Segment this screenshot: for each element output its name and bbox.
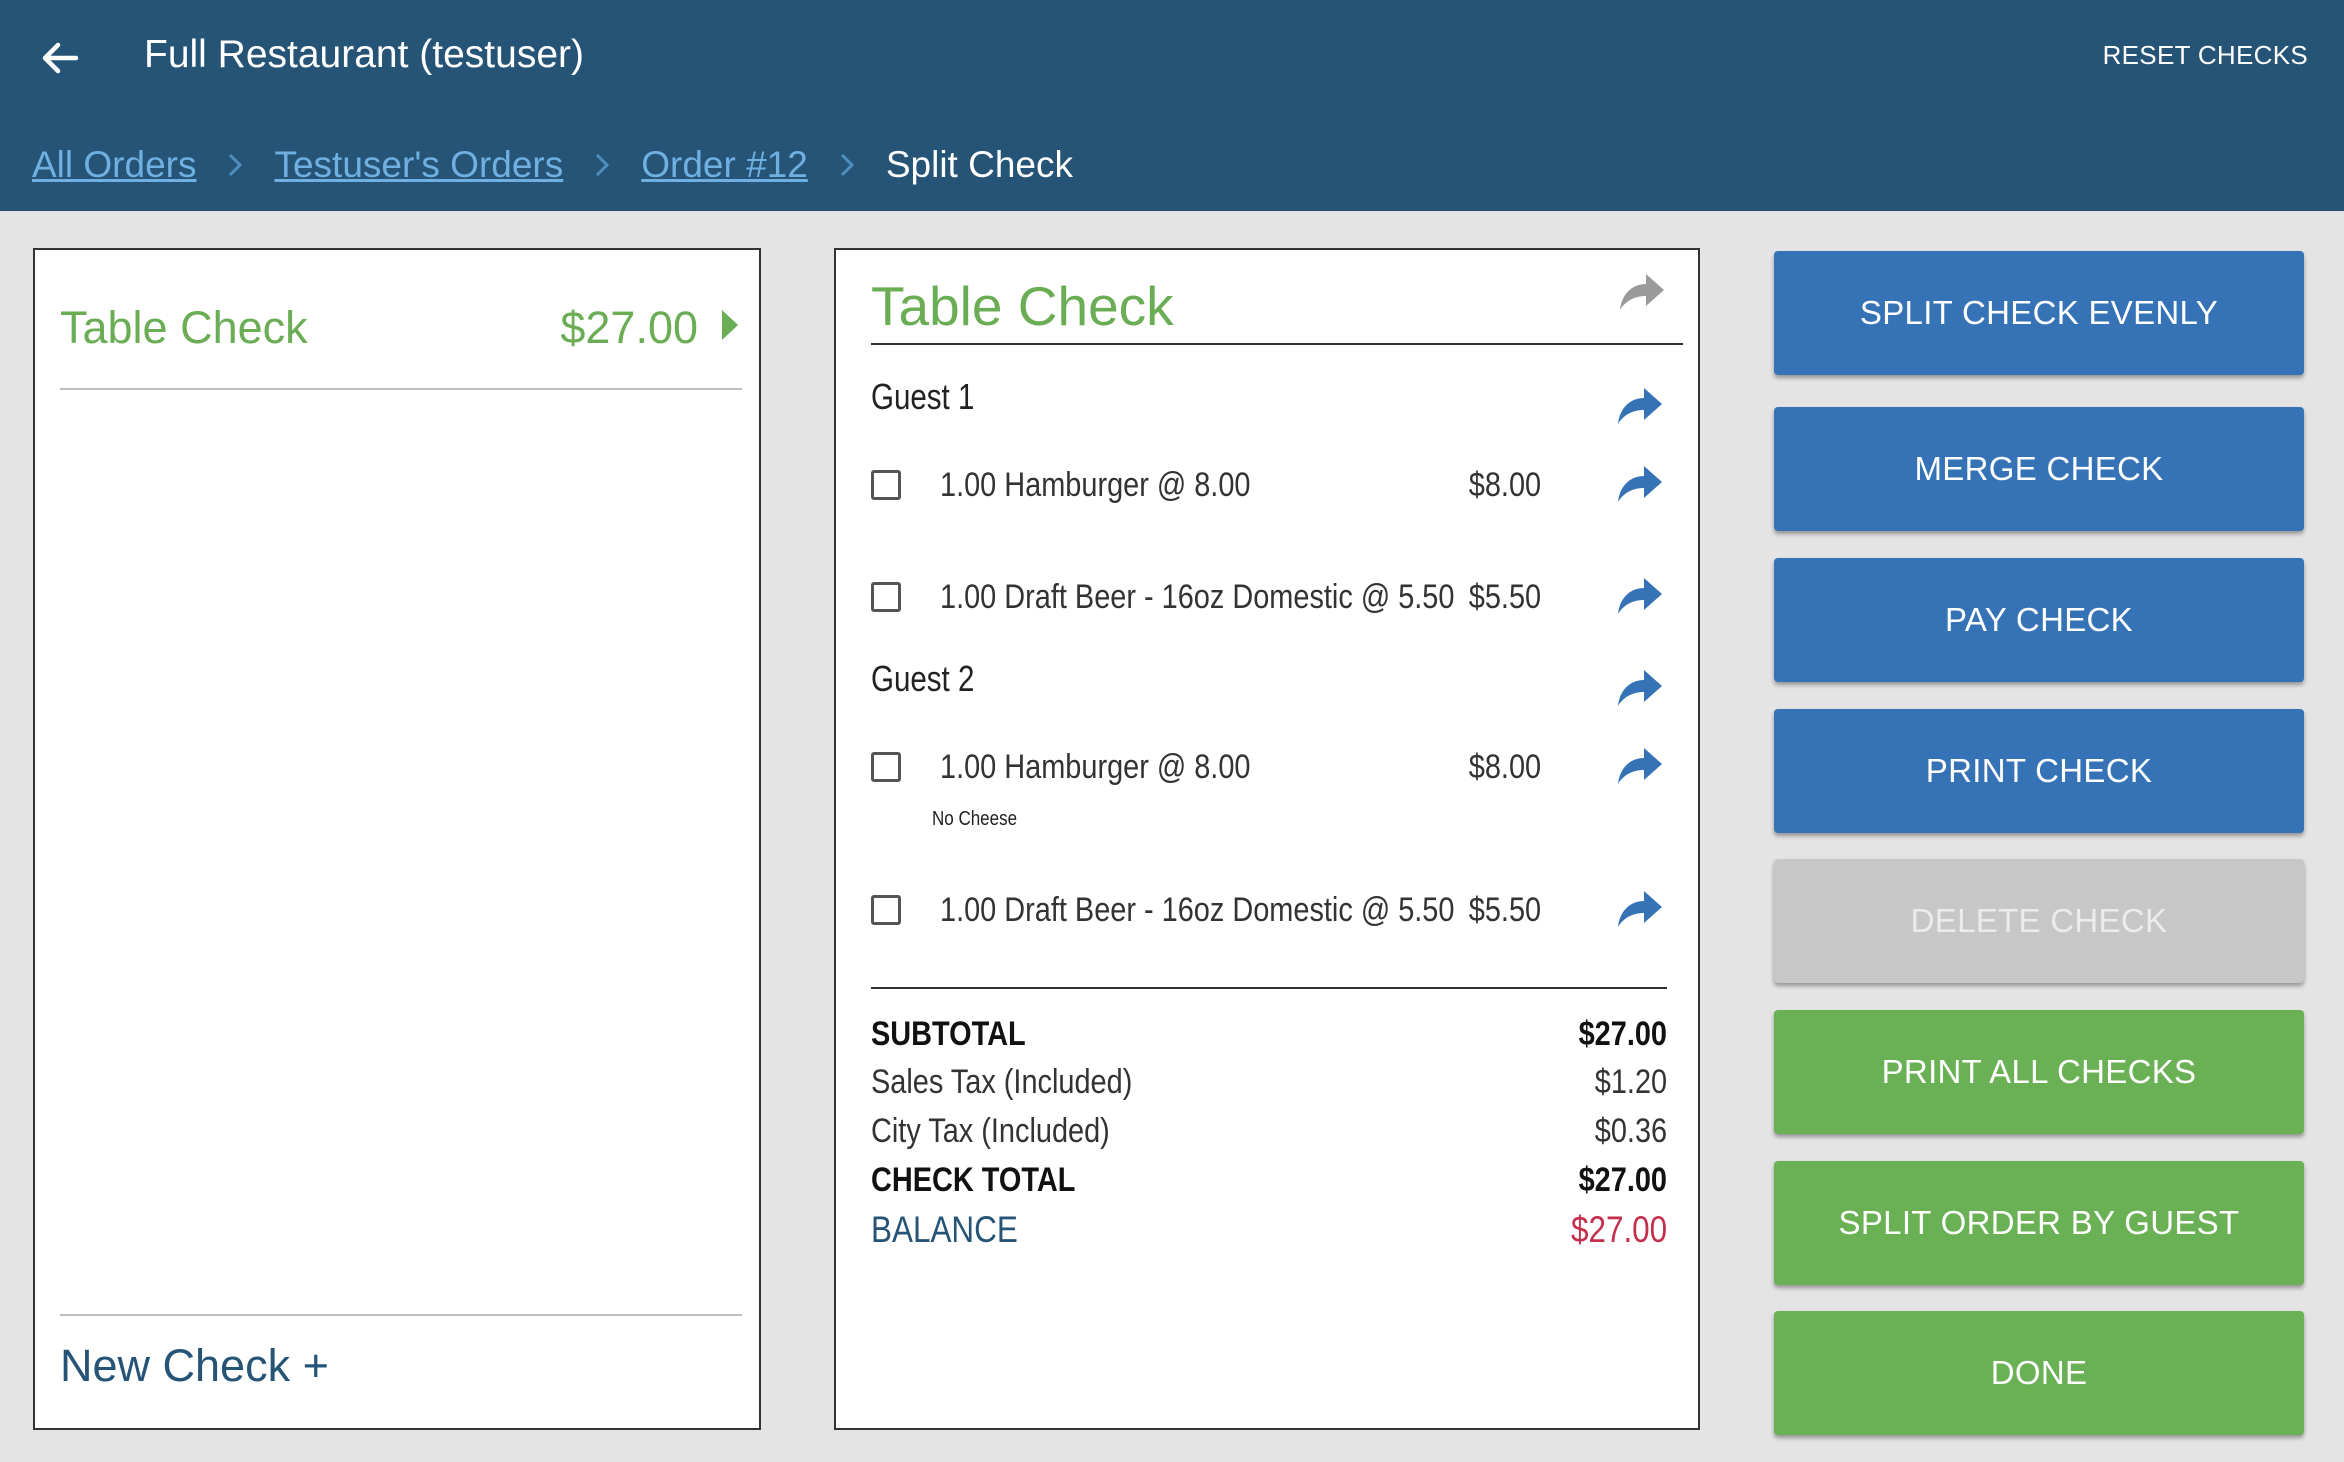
item-price: $8.00 (1468, 748, 1541, 786)
share-arrow-icon[interactable] (1614, 887, 1666, 931)
divider (871, 343, 1683, 345)
check-list-item-name: Table Check (60, 302, 308, 353)
share-arrow-icon[interactable] (1614, 574, 1666, 618)
breadcrumb-current: Split Check (885, 144, 1073, 185)
sales-tax-value: $1.20 (1594, 1063, 1667, 1101)
back-button[interactable] (40, 30, 90, 86)
sales-tax-label: Sales Tax (Included) (871, 1063, 1133, 1101)
item-description: 1.00 Hamburger @ 8.00 (940, 466, 1251, 504)
item-description: 1.00 Hamburger @ 8.00 (940, 748, 1251, 786)
item-checkbox[interactable] (871, 895, 901, 925)
check-detail-panel: Table Check Guest 1 1.00 Hamburger @ 8.0… (834, 248, 1700, 1430)
share-arrow-icon[interactable] (1616, 270, 1668, 314)
item-description: 1.00 Draft Beer - 16oz Domestic @ 5.50 (940, 578, 1455, 616)
line-item: 1.00 Hamburger @ 8.00 $8.00 (871, 462, 1671, 512)
app-title: Full Restaurant (testuser) (144, 33, 584, 76)
caret-right-icon (722, 310, 738, 340)
chevron-right-icon (840, 153, 854, 177)
split-order-by-guest-button[interactable]: SPLIT ORDER BY GUEST (1774, 1161, 2304, 1285)
pay-check-button[interactable]: PAY CHECK (1774, 558, 2304, 682)
subtotal-label: SUBTOTAL (871, 1015, 1026, 1053)
split-check-evenly-button[interactable]: SPLIT CHECK EVENLY (1774, 251, 2304, 375)
check-list-item-amount: $27.00 (560, 302, 698, 353)
item-checkbox[interactable] (871, 470, 901, 500)
check-title: Table Check (871, 275, 1174, 337)
share-arrow-icon[interactable] (1614, 666, 1666, 710)
check-total-row: CHECK TOTAL $27.00 (871, 1161, 1667, 1203)
item-modifier: No Cheese (932, 808, 1018, 830)
breadcrumb-testusers-orders[interactable]: Testuser's Orders (274, 144, 563, 186)
delete-check-button: DELETE CHECK (1774, 859, 2304, 983)
chevron-right-icon (595, 153, 610, 177)
new-check-button[interactable]: New Check + (60, 1340, 329, 1392)
check-list-item[interactable]: Table Check $27.00 (60, 302, 740, 353)
subtotal-value: $27.00 (1578, 1015, 1667, 1053)
city-tax-value: $0.36 (1594, 1112, 1667, 1150)
item-price: $8.00 (1468, 466, 1541, 504)
breadcrumb-order-12[interactable]: Order #12 (641, 144, 808, 186)
reset-checks-button[interactable]: RESET CHECKS (2103, 40, 2308, 71)
check-total-value: $27.00 (1578, 1161, 1667, 1199)
checks-list-panel: Table Check $27.00 New Check + (33, 248, 761, 1430)
divider (60, 388, 742, 390)
subtotal-row: SUBTOTAL $27.00 (871, 1015, 1667, 1057)
balance-label: BALANCE (871, 1209, 1018, 1250)
divider (60, 1314, 742, 1316)
app-header: Full Restaurant (testuser) RESET CHECKS … (0, 0, 2344, 211)
line-item: 1.00 Hamburger @ 8.00 $8.00 (871, 744, 1671, 794)
city-tax-row: City Tax (Included) $0.36 (871, 1112, 1667, 1154)
done-button[interactable]: DONE (1774, 1311, 2304, 1435)
line-item: 1.00 Draft Beer - 16oz Domestic @ 5.50 $… (871, 574, 1671, 624)
chevron-right-icon (228, 153, 243, 177)
item-price: $5.50 (1468, 578, 1541, 616)
item-checkbox[interactable] (871, 752, 901, 782)
city-tax-label: City Tax (Included) (871, 1112, 1110, 1150)
guest-label: Guest 2 (871, 658, 975, 699)
balance-value: $27.00 (1570, 1209, 1667, 1250)
merge-check-button[interactable]: MERGE CHECK (1774, 407, 2304, 531)
print-all-checks-button[interactable]: PRINT ALL CHECKS (1774, 1010, 2304, 1134)
item-checkbox[interactable] (871, 582, 901, 612)
line-item: 1.00 Draft Beer - 16oz Domestic @ 5.50 $… (871, 887, 1671, 937)
back-arrow-icon (42, 42, 79, 74)
breadcrumb-all-orders[interactable]: All Orders (32, 144, 196, 186)
balance-row: BALANCE $27.00 (871, 1209, 1667, 1251)
share-arrow-icon[interactable] (1614, 384, 1666, 428)
guest-label: Guest 1 (871, 376, 975, 417)
sales-tax-row: Sales Tax (Included) $1.20 (871, 1063, 1667, 1105)
print-check-button[interactable]: PRINT CHECK (1774, 709, 2304, 833)
item-description: 1.00 Draft Beer - 16oz Domestic @ 5.50 (940, 891, 1455, 929)
breadcrumb: All Orders Testuser's Orders Order #12 S… (32, 140, 1073, 190)
check-total-label: CHECK TOTAL (871, 1161, 1076, 1199)
item-price: $5.50 (1468, 891, 1541, 929)
share-arrow-icon[interactable] (1614, 744, 1666, 788)
share-arrow-icon[interactable] (1614, 462, 1666, 506)
divider (871, 987, 1667, 989)
